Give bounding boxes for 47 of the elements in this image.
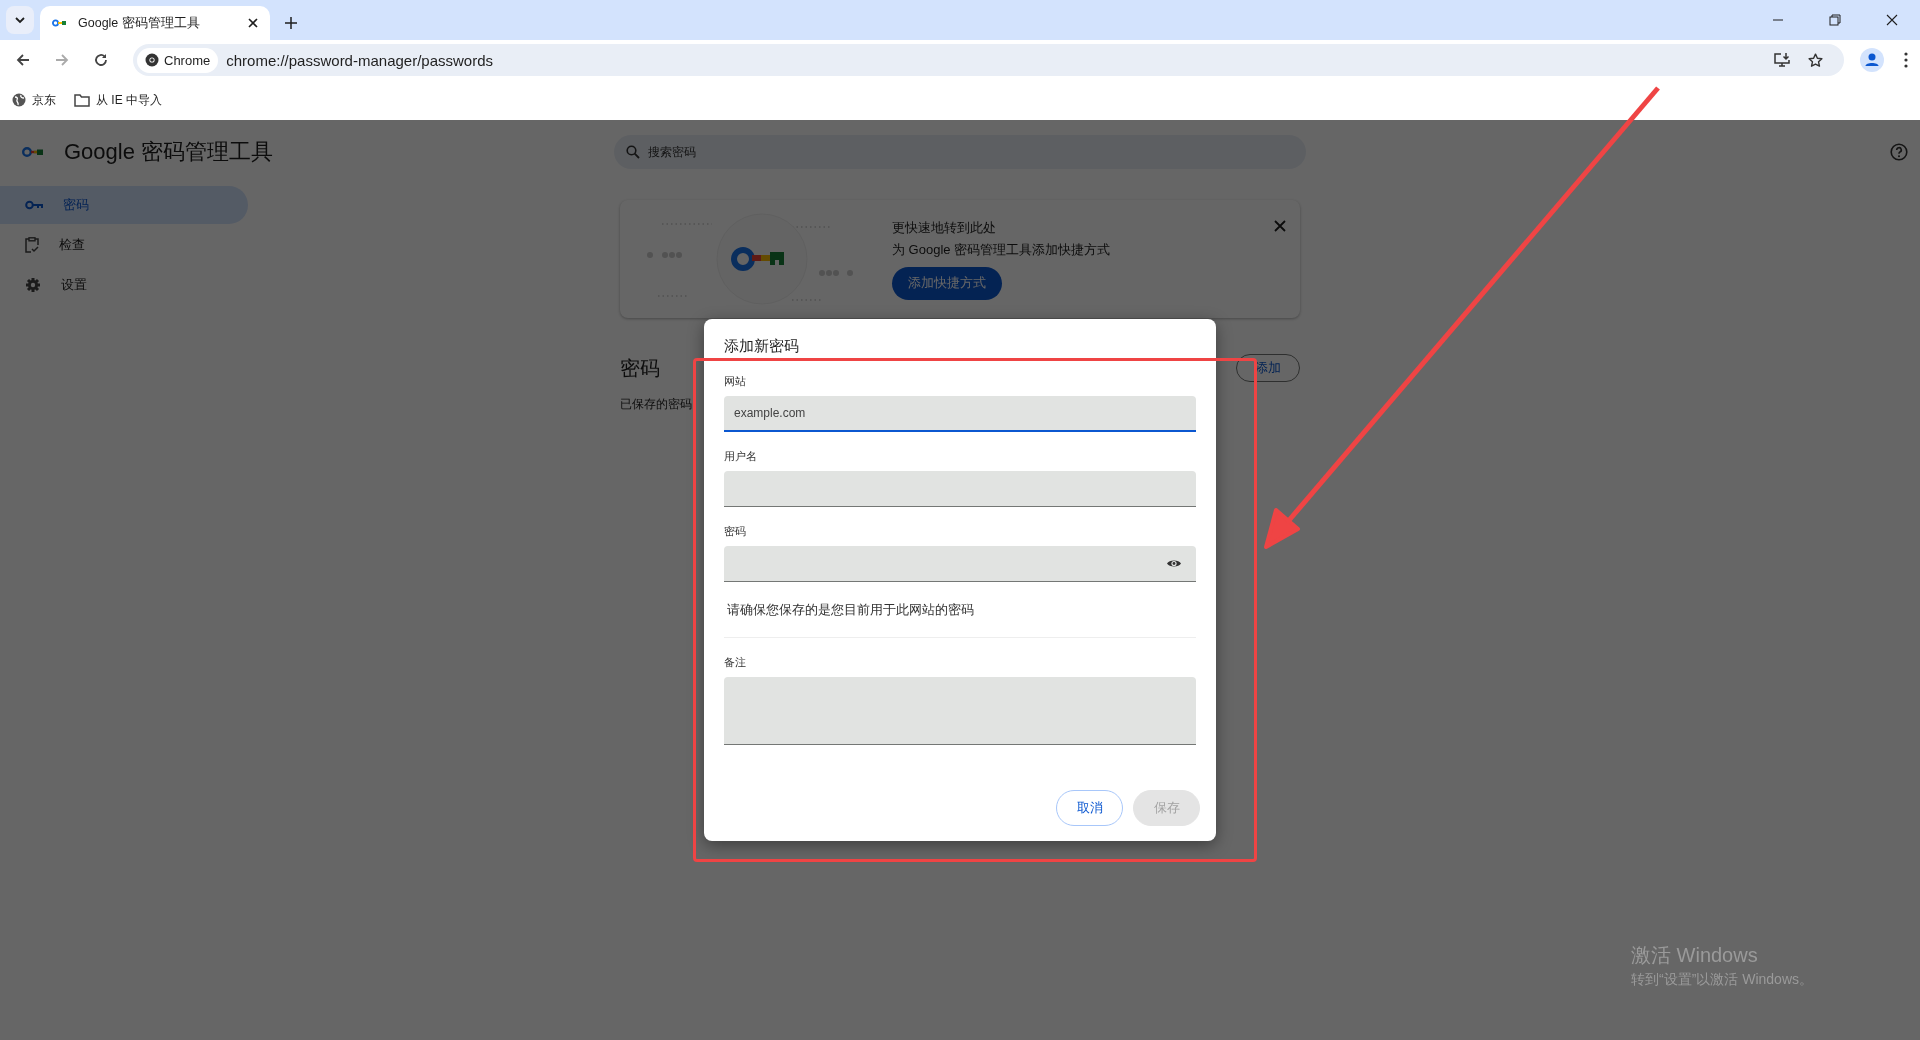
key-icon xyxy=(52,19,68,27)
menu-icon[interactable] xyxy=(1904,52,1908,68)
notes-field[interactable] xyxy=(724,677,1196,745)
clipboard-check-icon xyxy=(25,237,39,253)
globe-icon xyxy=(12,93,26,107)
close-icon[interactable] xyxy=(248,18,258,28)
star-icon[interactable] xyxy=(1807,51,1824,69)
dialog-title: 添加新密码 xyxy=(724,337,799,356)
field-label: 网站 xyxy=(724,374,746,389)
profile-avatar[interactable] xyxy=(1860,48,1884,72)
field-label: 备注 xyxy=(724,655,746,670)
section-heading: 密码 xyxy=(620,355,660,381)
url-text: chrome://password-manager/passwords xyxy=(226,51,494,69)
tab-title: Google 密码管理工具 xyxy=(78,14,201,32)
input-field[interactable] xyxy=(724,471,1196,507)
section-subtitle: 已保存的密码 xyxy=(620,396,692,413)
caret-icon xyxy=(14,14,26,26)
eye-icon[interactable] xyxy=(1166,558,1182,569)
address-bar[interactable]: Chrome chrome://password-manager/passwords xyxy=(133,44,1844,76)
browser-tab[interactable]: Google 密码管理工具 xyxy=(40,6,270,40)
cancel-button[interactable]: 取消 xyxy=(1056,790,1123,826)
search-field[interactable]: 搜索密码 xyxy=(614,135,1306,169)
close-icon[interactable] xyxy=(1886,14,1898,26)
chrome-icon xyxy=(145,53,159,67)
back-icon[interactable] xyxy=(15,52,31,68)
hint-text: 请确保您保存的是您目前用于此网站的密码 xyxy=(727,601,974,619)
help-icon[interactable] xyxy=(1890,143,1908,161)
reload-icon[interactable] xyxy=(93,52,109,68)
input-field[interactable]: example.com xyxy=(724,396,1196,432)
install-icon[interactable] xyxy=(1773,52,1791,68)
site-chip[interactable]: Chrome xyxy=(137,47,219,73)
key-icon xyxy=(25,200,43,210)
banner-text: 为 Google 密码管理工具添加快捷方式 xyxy=(892,240,1111,259)
banner-title: 更快速地转到此处 xyxy=(892,218,996,237)
bookmark[interactable]: 从 IE 中导入 xyxy=(74,91,162,109)
app-title: Google 密码管理工具 xyxy=(64,138,274,166)
settings-icon xyxy=(25,277,41,293)
search-icon xyxy=(626,145,640,159)
restore-icon[interactable] xyxy=(1829,14,1841,26)
key-icon xyxy=(22,146,46,158)
bookmark[interactable]: 京东 xyxy=(12,91,56,109)
input-field[interactable] xyxy=(724,546,1196,582)
new-tab-icon[interactable] xyxy=(285,17,297,29)
field-label: 密码 xyxy=(724,524,746,539)
field-label: 用户名 xyxy=(724,449,757,464)
folder-icon xyxy=(74,93,90,107)
tab-search-button[interactable] xyxy=(6,6,34,34)
